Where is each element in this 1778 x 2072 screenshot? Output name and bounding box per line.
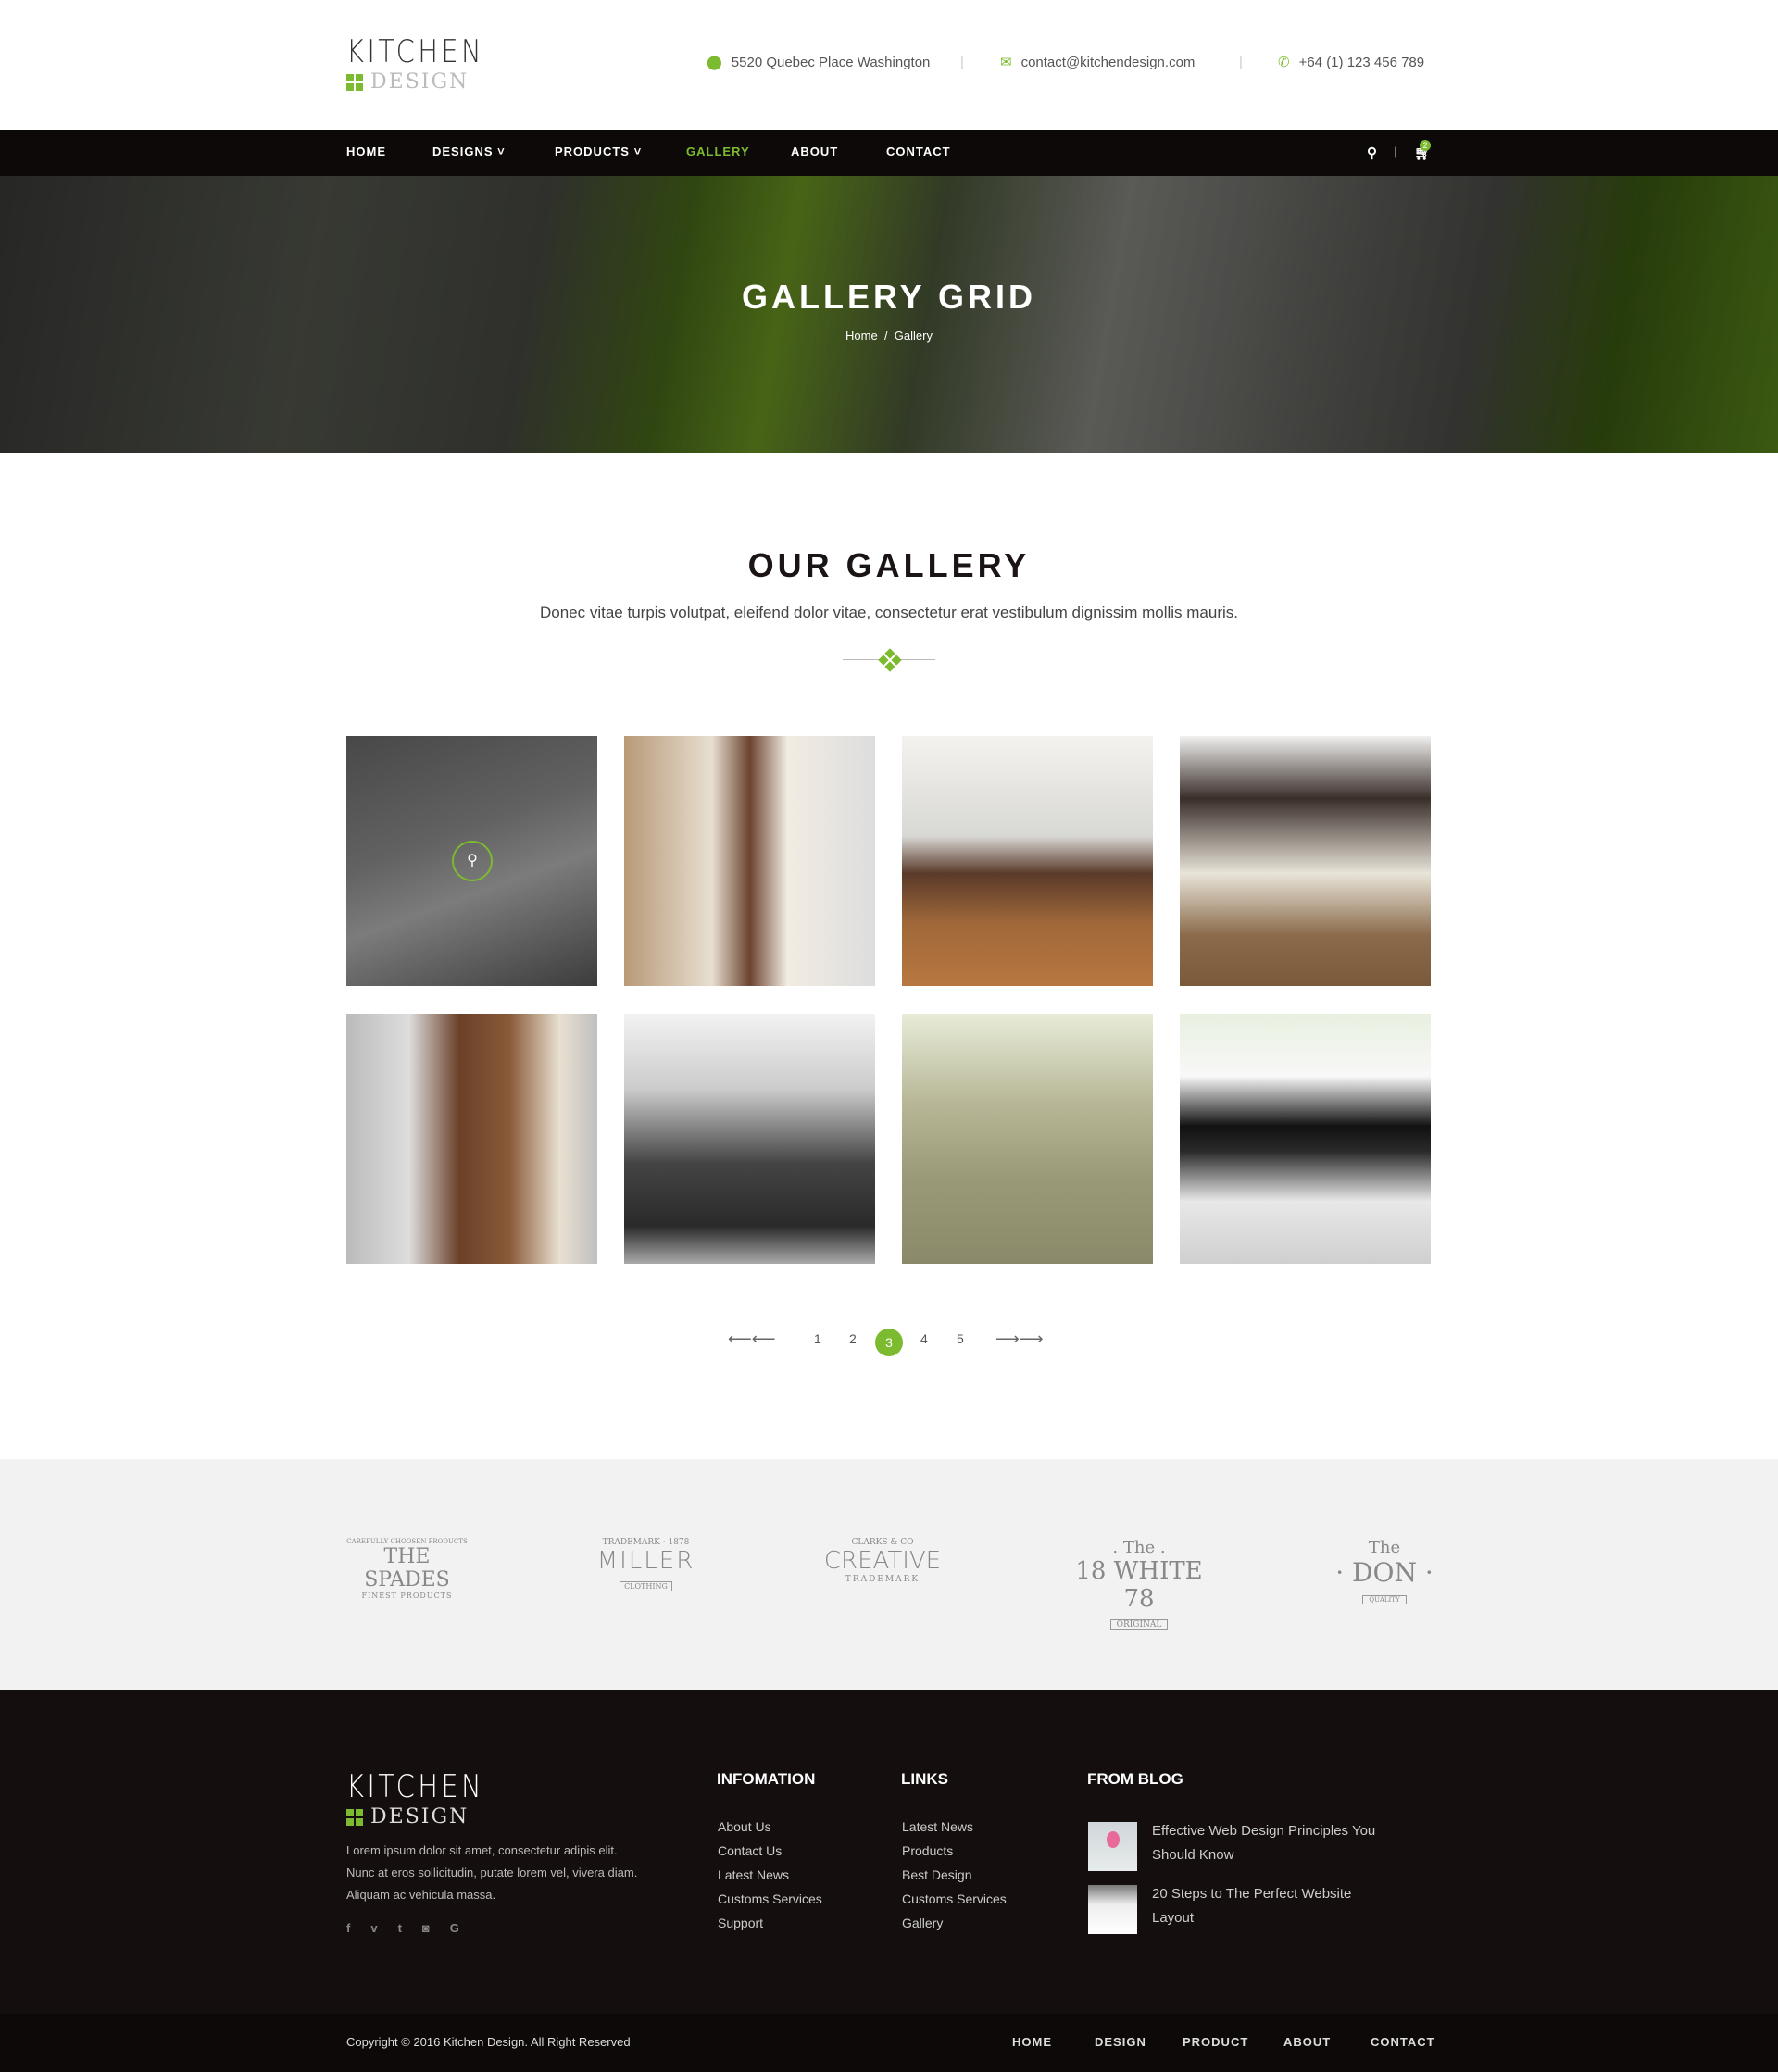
phone-icon: ✆ (1278, 55, 1290, 70)
gallery-item-8[interactable] (1180, 1014, 1431, 1264)
page-title: GALLERY GRID (741, 278, 1037, 316)
main-nav: HOME DESIGNS ˅ PRODUCTS ˅ GALLERY ABOUT … (0, 130, 1778, 176)
footer-link[interactable]: Customs Services (902, 1891, 1007, 1906)
next-arrow-icon[interactable]: ⟶⟶ (995, 1329, 1044, 1349)
logo-text-bottom: DESIGN (370, 70, 470, 94)
zoom-search-icon[interactable]: ⚲ (452, 841, 493, 881)
phone-info: ✆ +64 (1) 123 456 789 (1278, 54, 1425, 71)
logo-text-top: KITCHEN (346, 33, 485, 70)
hero-banner: GALLERY GRID Home / Gallery (0, 176, 1778, 453)
nav-contact[interactable]: CONTACT (886, 144, 951, 158)
blog-post-title[interactable]: 20 Steps to The Perfect Website Layout (1152, 1882, 1393, 1930)
gallery-item-6[interactable] (624, 1014, 875, 1264)
breadcrumb-home[interactable]: Home (845, 329, 878, 343)
bottom-link-design[interactable]: DESIGN (1095, 2035, 1146, 2049)
section-subtitle: Donec vitae turpis volutpat, eleifend do… (539, 604, 1238, 621)
brand-logos: CAREFULLY CHOOSEN PRODUCTS THE SPADES FINE… (0, 1459, 1778, 1690)
social-links: f v t ◙ G (346, 1921, 459, 1935)
chevron-down-icon: ˅ (497, 144, 506, 158)
bottom-link-home[interactable]: HOME (1012, 2035, 1052, 2049)
address-info: ⬤ 5520 Quebec Place Washington (707, 54, 931, 71)
nav-products[interactable]: PRODUCTS ˅ (555, 144, 642, 158)
page-1[interactable]: 1 (814, 1331, 821, 1346)
envelope-icon: ✉ (1000, 55, 1012, 70)
footer-link[interactable]: Support (718, 1916, 763, 1930)
blog-heading: FROM BLOG (1087, 1770, 1183, 1788)
divider: | (960, 54, 964, 69)
footer-logo[interactable]: KITCHEN DESIGN (346, 1768, 508, 1829)
bottom-link-contact[interactable]: CONTACT (1371, 2035, 1435, 2049)
divider: | (1394, 144, 1398, 158)
prev-arrow-icon[interactable]: ⟵⟵ (728, 1329, 776, 1349)
links-heading: LINKS (901, 1770, 948, 1788)
page-2[interactable]: 2 (849, 1331, 857, 1346)
email-info[interactable]: ✉ contact@kitchendesign.com (1000, 54, 1195, 71)
gallery-item-3[interactable] (902, 736, 1153, 986)
footer-bottom-bar: Copyright © 2016 Kitchen Design. All Rig… (0, 2014, 1778, 2072)
footer: KITCHEN DESIGN Lorem ipsum dolor sit ame… (0, 1690, 1778, 2014)
copyright: Copyright © 2016 Kitchen Design. All Rig… (346, 2035, 631, 2049)
footer-link[interactable]: Products (902, 1843, 953, 1858)
brand-miller[interactable]: TRADEMARK · 1878 MILLER CLOTHING (593, 1538, 699, 1592)
nav-about[interactable]: ABOUT (791, 144, 838, 158)
footer-link[interactable]: Latest News (902, 1819, 973, 1834)
cart-count-badge: 2 (1420, 140, 1431, 151)
search-icon[interactable]: ⚲ (1367, 144, 1378, 161)
logo-squares-icon (346, 73, 363, 91)
page-3-current[interactable]: 3 (875, 1329, 903, 1356)
facebook-icon[interactable]: f (346, 1921, 350, 1935)
vimeo-icon[interactable]: v (370, 1921, 377, 1935)
google-icon[interactable]: G (450, 1921, 459, 1935)
brand-the-don[interactable]: The · DON · QUALITY (1334, 1538, 1435, 1605)
gallery-item-4[interactable] (1180, 736, 1431, 986)
page-5[interactable]: 5 (957, 1331, 964, 1346)
footer-link[interactable]: Customs Services (718, 1891, 822, 1906)
map-pin-icon: ⬤ (707, 55, 722, 70)
breadcrumb: Home / Gallery (845, 329, 933, 343)
brand-creative[interactable]: CLARKS & CO CREATIVE TRADEMARK (822, 1538, 943, 1584)
bottom-link-product[interactable]: PRODUCT (1183, 2035, 1248, 2049)
blog-post-title[interactable]: Effective Web Design Principles You Shou… (1152, 1819, 1393, 1867)
bottom-link-about[interactable]: ABOUT (1283, 2035, 1331, 2049)
nav-designs[interactable]: DESIGNS ˅ (432, 144, 506, 158)
gallery-item-2[interactable] (624, 736, 875, 986)
brand-the-spades[interactable]: CAREFULLY CHOOSEN PRODUCTS THE SPADES FINE… (344, 1538, 470, 1600)
divider: | (1239, 54, 1243, 69)
nav-gallery[interactable]: GALLERY (686, 144, 750, 158)
blog-thumbnail[interactable] (1088, 1822, 1137, 1871)
footer-about-text: Lorem ipsum dolor sit amet, consectetur … (346, 1843, 638, 1902)
footer-link[interactable]: About Us (718, 1819, 771, 1834)
logo[interactable]: KITCHEN DESIGN (346, 33, 508, 94)
footer-link[interactable]: Contact Us (718, 1843, 782, 1858)
section-title: OUR GALLERY (747, 546, 1031, 584)
info-heading: INFOMATION (717, 1770, 816, 1788)
nav-home[interactable]: HOME (346, 144, 386, 158)
gallery-item-1[interactable]: ⚲ (346, 736, 597, 986)
footer-link[interactable]: Best Design (902, 1867, 971, 1882)
twitter-icon[interactable]: t (398, 1921, 402, 1935)
breadcrumb-current: Gallery (894, 329, 933, 343)
logo-squares-icon (346, 1808, 363, 1826)
brand-the-white[interactable]: . The . 18 WHITE 78 ORIGINAL (1070, 1538, 1208, 1630)
gallery-item-5[interactable] (346, 1014, 597, 1264)
chevron-down-icon: ˅ (633, 144, 643, 158)
blog-thumbnail[interactable] (1088, 1885, 1137, 1934)
instagram-icon[interactable]: ◙ (422, 1921, 430, 1935)
gallery-item-7[interactable] (902, 1014, 1153, 1264)
footer-link[interactable]: Gallery (902, 1916, 943, 1930)
footer-link[interactable]: Latest News (718, 1867, 789, 1882)
page-4[interactable]: 4 (920, 1331, 928, 1346)
